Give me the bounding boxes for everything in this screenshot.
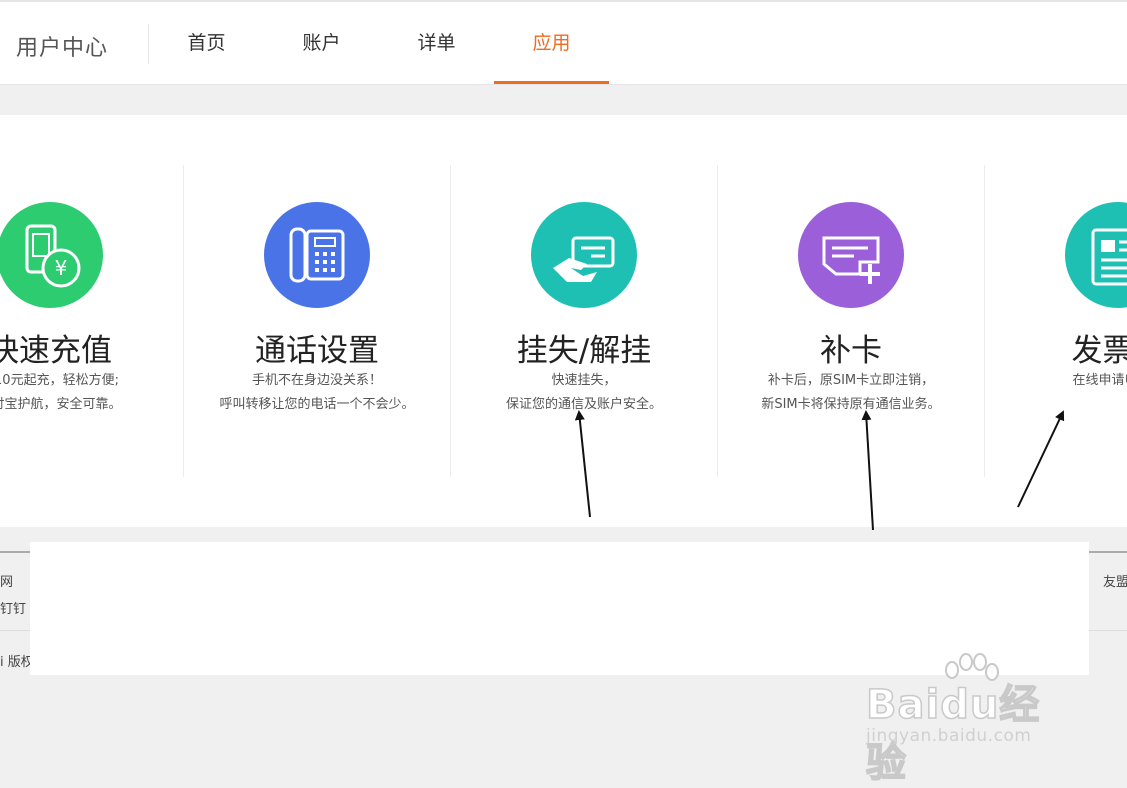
service-desc-line: 保证您的通信及账户安全。 <box>505 397 662 412</box>
tab-home[interactable]: 首页 <box>149 2 264 84</box>
service-desc-line: 手机不在身边没关系！ <box>251 373 382 388</box>
service-title: 补卡 <box>820 333 882 369</box>
service-desc-line: 新SIM卡将保持原有通信业务。 <box>761 397 941 412</box>
service-desc-line: 呼叫转移让您的电话一个不会少。 <box>219 397 415 412</box>
service-description: 以10元起充，轻松方便; 支付宝护航，安全可靠。 <box>0 369 160 417</box>
footer-copyright: i 版权 <box>0 655 34 670</box>
phone-yuan-icon: ¥ <box>0 202 103 308</box>
service-desc-line: 快速挂失， <box>551 373 617 388</box>
service-desc-line: 在线申请电子发 <box>1072 373 1127 388</box>
user-center-title: 用户中心 <box>16 36 109 61</box>
services-panel: ¥ 快速充值 以10元起充，轻松方便; 支付宝护航，安全可靠。 通话设置 <box>0 115 1127 527</box>
service-card-report-loss[interactable]: 挂失/解挂 快速挂失， 保证您的通信及账户安全。 <box>451 115 717 527</box>
service-card-recharge[interactable]: ¥ 快速充值 以10元起充，轻松方便; 支付宝护航，安全可靠。 <box>0 115 183 527</box>
tab-home-label: 首页 <box>187 32 226 54</box>
footer-link[interactable]: 友盟 <box>1103 571 1127 590</box>
tab-details[interactable]: 详单 <box>379 2 494 84</box>
service-title: 挂失/解挂 <box>516 333 652 369</box>
service-card-invoice[interactable]: 发票办 在线申请电子发 <box>985 115 1127 527</box>
tab-apps-label: 应用 <box>532 32 571 54</box>
service-description: 补卡后，原SIM卡立即注销， 新SIM卡将保持原有通信业务。 <box>741 369 961 417</box>
service-title: 通话设置 <box>255 333 379 369</box>
service-desc-line: 补卡后，原SIM卡立即注销， <box>767 373 935 388</box>
tab-details-label: 详单 <box>417 32 456 54</box>
service-desc-line: 支付宝护航，安全可靠。 <box>0 397 122 412</box>
tab-account-label: 账户 <box>302 32 341 54</box>
active-tab-underline <box>494 81 609 84</box>
invoice-icon <box>1065 202 1127 308</box>
service-card-replace-sim[interactable]: 补卡 补卡后，原SIM卡立即注销， 新SIM卡将保持原有通信业务。 <box>718 115 984 527</box>
service-title: 快速充值 <box>0 333 112 369</box>
svg-text:¥: ¥ <box>55 256 68 280</box>
tab-apps[interactable]: 应用 <box>494 2 609 84</box>
service-description: 快速挂失， 保证您的通信及账户安全。 <box>474 369 694 417</box>
sim-card-add-icon <box>798 202 904 308</box>
tab-account[interactable]: 账户 <box>264 2 379 84</box>
service-card-call-settings[interactable]: 通话设置 手机不在身边没关系！ 呼叫转移让您的电话一个不会少。 <box>184 115 450 527</box>
service-title: 发票办 <box>1071 333 1127 369</box>
footer-link[interactable]: 钉钉 <box>0 598 26 617</box>
service-description: 手机不在身边没关系！ 呼叫转移让您的电话一个不会少。 <box>207 369 427 417</box>
watermark-url: jingyan.baidu.com <box>866 726 1032 746</box>
top-navigation: 用户中心 首页 账户 详单 应用 <box>0 2 1127 85</box>
desk-phone-icon <box>264 202 370 308</box>
service-desc-line: 以10元起充，轻松方便; <box>0 373 119 388</box>
footer-link[interactable]: 网 <box>0 571 13 590</box>
hand-card-icon <box>531 202 637 308</box>
service-description: 在线申请电子发 <box>1008 369 1127 393</box>
baidu-jingyan-watermark: Baidu经验 jingyan.baidu.com <box>862 650 1072 787</box>
